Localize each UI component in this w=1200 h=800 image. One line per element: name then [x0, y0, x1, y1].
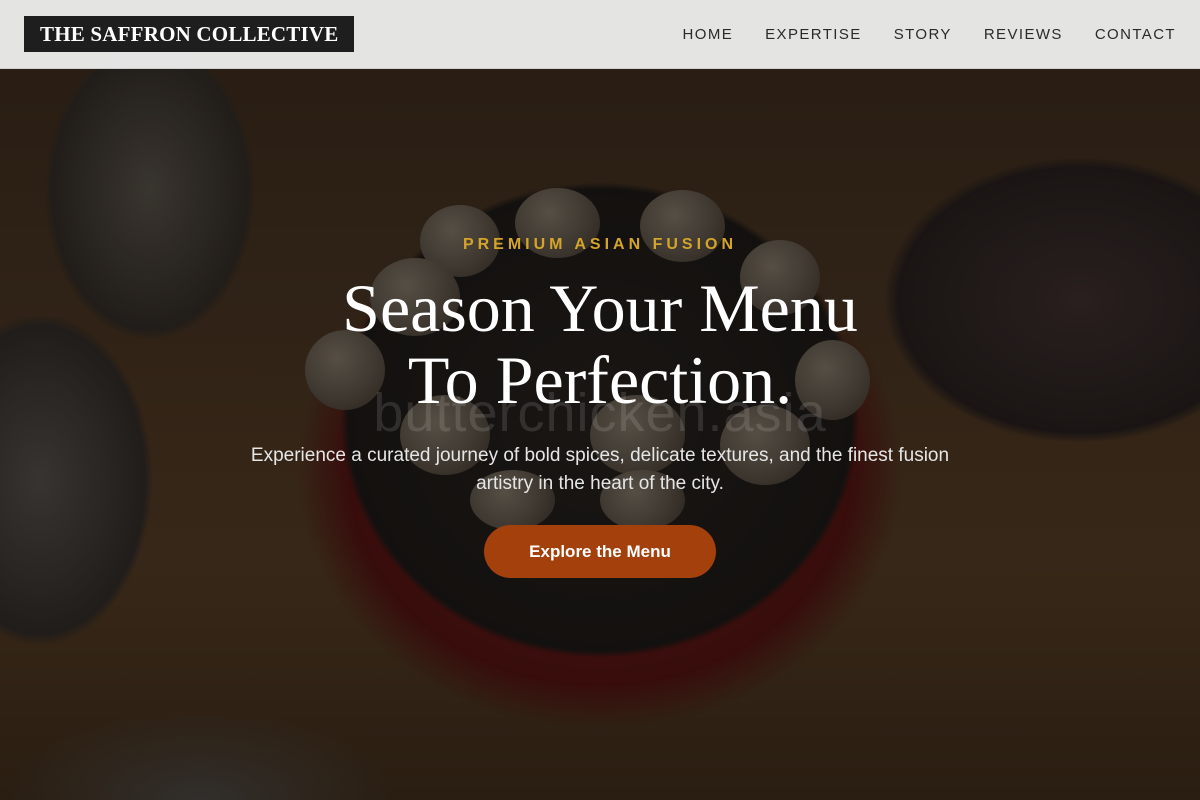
explore-menu-button[interactable]: Explore the Menu: [484, 525, 716, 578]
hero-headline-line1: Season Your Menu: [342, 270, 858, 346]
hero-section: PREMIUM ASIAN FUSION Season Your Menu To…: [0, 0, 1200, 800]
hero-headline-line2: To Perfection.: [407, 342, 793, 418]
hero-headline: Season Your Menu To Perfection.: [0, 272, 1200, 416]
hero-subtext: Experience a curated journey of bold spi…: [250, 445, 950, 494]
hero-eyebrow: PREMIUM ASIAN FUSION: [462, 236, 738, 253]
